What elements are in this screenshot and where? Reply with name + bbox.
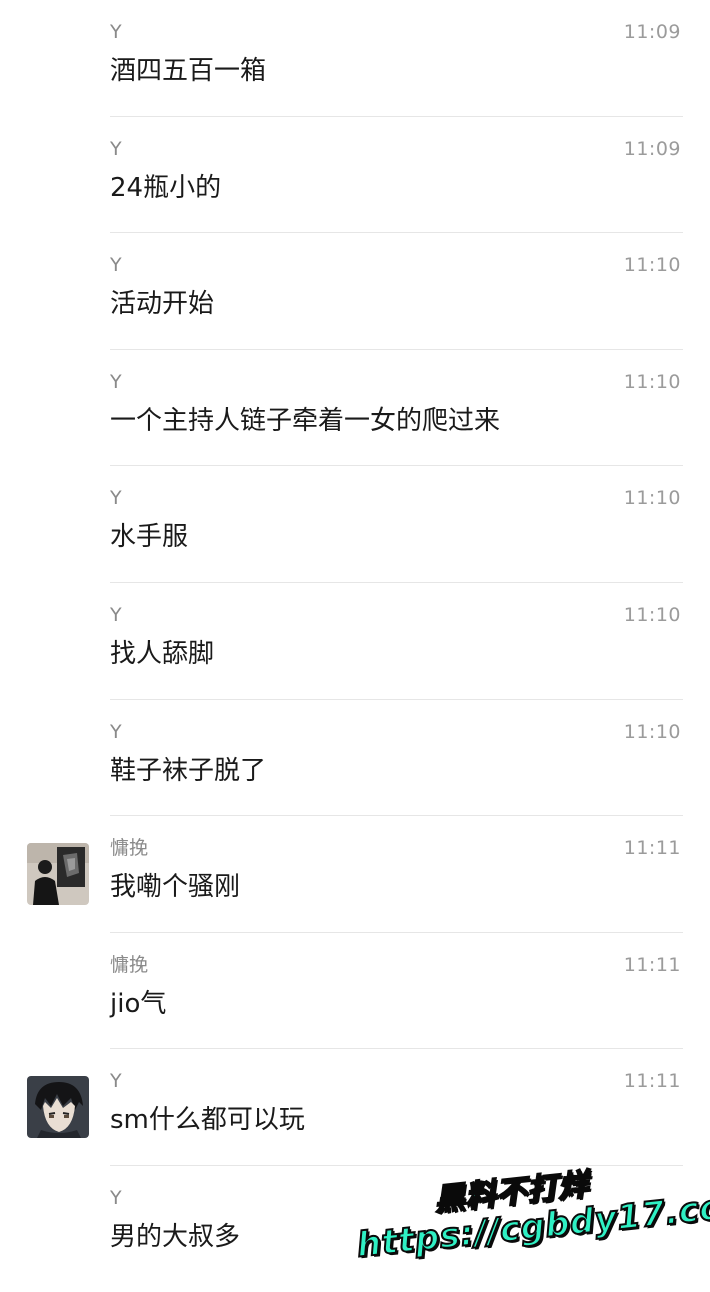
message-item[interactable]: Y 11:11 sm什么都可以玩 <box>0 1049 710 1166</box>
message-sender: 慵挽 <box>110 837 149 860</box>
message-sender: Y <box>110 370 122 393</box>
message-sender: Y <box>110 603 122 626</box>
message-time: 11:10 <box>623 254 681 277</box>
message-sender: Y <box>110 254 122 277</box>
message-item[interactable]: Y 11:10 找人舔脚 <box>0 583 710 700</box>
message-text: 活动开始 <box>110 289 215 320</box>
message-text: sm什么都可以玩 <box>110 1105 305 1136</box>
message-item[interactable]: Y 11:10 鞋子袜子脱了 <box>0 700 710 817</box>
message-text: 找人舔脚 <box>110 638 215 669</box>
message-time: 11:11 <box>623 837 681 860</box>
message-item[interactable]: 慵挽 11:11 jio气 <box>0 933 710 1050</box>
message-time: 11:11 <box>623 1070 681 1093</box>
message-sender: Y <box>110 487 122 510</box>
message-text: 水手服 <box>110 522 189 553</box>
message-text: jio气 <box>110 988 167 1019</box>
avatar[interactable] <box>27 843 89 906</box>
message-time: 11:10 <box>623 720 681 743</box>
message-sender: Y <box>110 1070 122 1093</box>
message-item[interactable]: Y 11:10 一个主持人链子牵着一女的爬过来 <box>0 350 710 467</box>
message-time: 11:09 <box>623 137 681 160</box>
message-text: 男的大叔多 <box>110 1221 241 1252</box>
message-text: 24瓶小的 <box>110 172 222 203</box>
message-time: 11:10 <box>623 370 681 393</box>
message-sender: 慵挽 <box>110 953 149 976</box>
message-item[interactable]: Y 11:09 酒四五百一箱 <box>0 0 710 117</box>
chat-message-list: Y 11:09 酒四五百一箱 Y 11:09 24瓶小的 Y 11:10 活动开… <box>0 0 710 1283</box>
message-time: 11:09 <box>623 21 681 43</box>
message-item[interactable]: Y 11:10 活动开始 <box>0 233 710 350</box>
message-sender: Y <box>110 720 122 743</box>
message-time: 11:10 <box>623 487 681 510</box>
message-text: 一个主持人链子牵着一女的爬过来 <box>110 405 501 436</box>
message-sender: Y <box>110 1186 122 1209</box>
message-sender: Y <box>110 137 122 160</box>
message-item[interactable]: 慵挽 11:11 我嘞个骚刚 <box>0 816 710 933</box>
message-sender: Y <box>110 21 122 43</box>
message-time: 11:11 <box>623 953 681 976</box>
message-item[interactable]: Y 11:09 24瓶小的 <box>0 117 710 234</box>
message-text: 鞋子袜子脱了 <box>110 755 267 786</box>
avatar[interactable] <box>27 1076 89 1139</box>
message-text: 我嘞个骚刚 <box>110 872 241 903</box>
avatar-anime-boy-icon <box>27 1076 89 1139</box>
message-text: 酒四五百一箱 <box>110 56 267 86</box>
message-time: 11:10 <box>623 603 681 626</box>
message-item[interactable]: Y 11:10 水手服 <box>0 466 710 583</box>
avatar-photo-person-with-painting-icon <box>27 843 89 906</box>
